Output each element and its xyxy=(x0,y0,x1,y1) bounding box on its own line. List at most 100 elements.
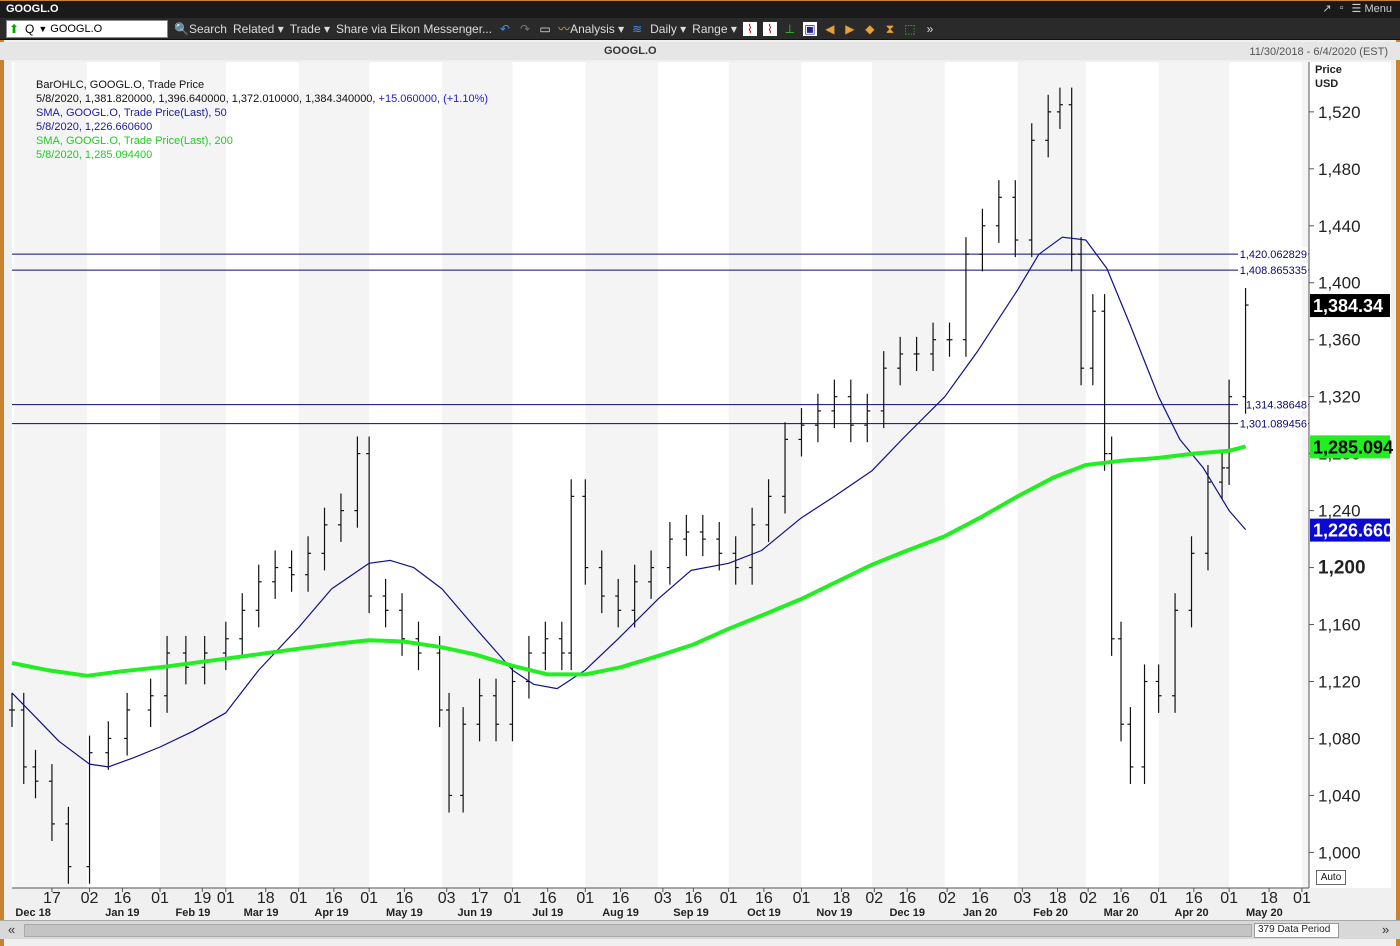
sma200-badge: 1,285.094 xyxy=(1310,435,1393,459)
x-tick-label: 18 xyxy=(1049,890,1067,907)
x-tick-label: 02 xyxy=(865,890,883,907)
month-label: Apr 20 xyxy=(1174,907,1208,919)
x-tick-label: 03 xyxy=(654,890,672,907)
x-tick-label: 18 xyxy=(1260,890,1278,907)
x-tick-label: 02 xyxy=(1079,890,1097,907)
sma50-badge: 1,226.660 xyxy=(1310,518,1393,542)
month-label: Jul 19 xyxy=(532,907,563,919)
y-tick-label: 1,440 xyxy=(1318,217,1361,236)
scrollbar[interactable] xyxy=(24,924,1252,937)
x-tick-label: 16 xyxy=(114,890,132,907)
y-tick-label: 1,520 xyxy=(1318,103,1361,122)
x-tick-label: 01 xyxy=(504,890,522,907)
last-price-badge-label: 1,384.34 xyxy=(1313,296,1383,316)
month-label: Aug 19 xyxy=(602,907,639,919)
x-tick-label: 01 xyxy=(290,890,308,907)
y-tick-label: 1,040 xyxy=(1318,786,1361,805)
month-band xyxy=(441,62,513,888)
chart-legend: BarOHLC, GOOGL.O, Trade Price 5/8/2020, … xyxy=(36,78,488,162)
legend-sma50-value: 5/8/2020, 1,226.660600 xyxy=(36,121,153,133)
month-band xyxy=(728,62,802,888)
auto-scale-button[interactable]: Auto xyxy=(1316,870,1346,885)
horizontal-line-label: 1,301.089456 xyxy=(1240,419,1307,431)
x-tick-label: 16 xyxy=(395,890,413,907)
month-label: Apr 19 xyxy=(314,907,348,919)
y-tick-label: 1,240 xyxy=(1318,502,1361,521)
legend-sma200: SMA, GOOGL.O, Trade Price(Last), 200 xyxy=(36,135,233,147)
month-label: Oct 19 xyxy=(747,907,781,919)
y-tick-label: 1,000 xyxy=(1318,843,1361,862)
y-axis-area xyxy=(1309,62,1391,888)
scroll-start-icon[interactable]: « xyxy=(8,922,15,937)
y-tick-label: 1,200 xyxy=(1318,558,1366,579)
y-tick-label: 1,320 xyxy=(1318,388,1361,407)
month-label: Jan 20 xyxy=(963,907,997,919)
x-tick-label: 03 xyxy=(438,890,456,907)
sma50-badge-label: 1,226.660 xyxy=(1313,521,1393,541)
month-band xyxy=(1017,62,1086,888)
x-tick-label: 02 xyxy=(938,890,956,907)
month-label: Mar 19 xyxy=(244,907,279,919)
x-tick-label: 16 xyxy=(539,890,557,907)
x-tick-label: 16 xyxy=(325,890,343,907)
month-label: Jun 19 xyxy=(457,907,492,919)
x-tick-label: 19 xyxy=(193,890,211,907)
x-tick-label: 16 xyxy=(1185,890,1203,907)
month-label: May 20 xyxy=(1246,907,1283,919)
y-tick-label: 1,120 xyxy=(1318,673,1361,692)
month-label: Sep 19 xyxy=(673,907,708,919)
month-label: Nov 19 xyxy=(816,907,852,919)
legend-sma200-value: 5/8/2020, 1,285.094400 xyxy=(36,149,153,161)
status-bar: « » 379 Data Period xyxy=(0,920,1400,939)
x-tick-label: 01 xyxy=(720,890,738,907)
x-tick-label: 16 xyxy=(684,890,702,907)
legend-ohlc: BarOHLC, GOOGL.O, Trade Price xyxy=(36,79,205,91)
horizontal-line-label: 1,314.38648 xyxy=(1246,400,1307,412)
month-label: Mar 20 xyxy=(1104,907,1139,919)
month-band xyxy=(14,62,88,888)
month-band xyxy=(1301,62,1309,888)
legend-sma50: SMA, GOOGL.O, Trade Price(Last), 50 xyxy=(36,107,227,119)
month-band xyxy=(298,62,370,888)
x-tick-label: 01 xyxy=(151,890,169,907)
sma200-badge-label: 1,285.094 xyxy=(1313,437,1393,457)
month-label: Dec 19 xyxy=(889,907,924,919)
x-tick-label: 02 xyxy=(81,890,99,907)
y-tick-label: 1,360 xyxy=(1318,331,1361,350)
x-tick-label: 01 xyxy=(1293,890,1311,907)
y-axis-label-line2: USD xyxy=(1315,78,1338,90)
y-axis-label-line1: Price xyxy=(1315,64,1342,76)
legend-change: +15.060000, (+1.10%) xyxy=(378,93,489,105)
scroll-end-icon[interactable]: » xyxy=(1382,922,1389,937)
x-tick-label: 16 xyxy=(971,890,989,907)
x-tick-label: 16 xyxy=(612,890,630,907)
month-label: Jan 19 xyxy=(105,907,139,919)
month-band xyxy=(160,62,226,888)
x-tick-label: 01 xyxy=(1220,890,1238,907)
x-tick-label: 16 xyxy=(755,890,773,907)
y-tick-label: 1,480 xyxy=(1318,160,1361,179)
month-label: Feb 20 xyxy=(1033,907,1068,919)
x-tick-label: 03 xyxy=(1013,890,1031,907)
month-band xyxy=(871,62,945,888)
x-tick-label: 01 xyxy=(793,890,811,907)
x-tick-label: 18 xyxy=(257,890,275,907)
x-tick-label: 16 xyxy=(1112,890,1130,907)
x-tick-label: 01 xyxy=(1150,890,1168,907)
month-band xyxy=(585,62,659,888)
last-price-badge: 1,384.34 xyxy=(1310,294,1390,318)
x-tick-label: 01 xyxy=(576,890,594,907)
y-tick-label: 1,080 xyxy=(1318,729,1361,748)
x-tick-label: 17 xyxy=(43,890,61,907)
horizontal-line-label: 1,420.062829 xyxy=(1240,249,1307,261)
x-tick-label: 01 xyxy=(360,890,378,907)
x-tick-label: 17 xyxy=(471,890,489,907)
y-tick-label: 1,160 xyxy=(1318,616,1361,635)
month-label: Feb 19 xyxy=(175,907,210,919)
month-band xyxy=(1158,62,1230,888)
x-tick-label: 01 xyxy=(217,890,235,907)
legend-ohlc-values: 5/8/2020, 1,381.820000, 1,396.640000, 1,… xyxy=(36,93,489,105)
data-period: 379 Data Period xyxy=(1254,923,1339,938)
month-label: Dec 18 xyxy=(15,907,50,919)
x-tick-label: 16 xyxy=(898,890,916,907)
